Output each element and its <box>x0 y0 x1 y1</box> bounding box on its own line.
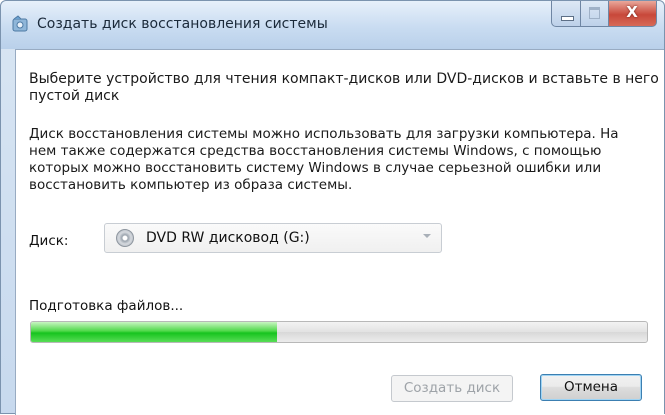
minimize-button[interactable] <box>551 1 581 27</box>
disk-select-value: DVD RW дисковод (G:) <box>146 230 310 246</box>
dialog-content: Выберите устройство для чтения компакт-д… <box>15 49 664 415</box>
progress-bar <box>30 321 648 343</box>
maximize-button[interactable] <box>581 1 609 27</box>
close-icon: X <box>626 3 638 21</box>
status-text: Подготовка файлов... <box>29 298 184 314</box>
dialog-window: Создать диск восстановления системы X Вы… <box>0 0 665 415</box>
caption-buttons: X <box>551 1 657 27</box>
progress-fill <box>31 322 278 342</box>
cancel-button[interactable]: Отмена <box>540 374 642 401</box>
instruction-text: Выберите устройство для чтения компакт-д… <box>29 71 659 104</box>
recovery-disc-icon <box>11 15 29 33</box>
close-button[interactable]: X <box>609 1 657 27</box>
disk-label: Диск: <box>29 233 69 249</box>
title-bar[interactable]: Создать диск восстановления системы X <box>1 1 664 49</box>
window-title: Создать диск восстановления системы <box>37 16 328 32</box>
chevron-down-icon <box>423 234 431 238</box>
dvd-drive-icon <box>116 229 134 247</box>
disk-select[interactable]: DVD RW дисковод (G:) <box>104 223 442 253</box>
description-text: Диск восстановления системы можно исполь… <box>29 126 619 193</box>
create-disc-button[interactable]: Создать диск <box>391 375 513 402</box>
